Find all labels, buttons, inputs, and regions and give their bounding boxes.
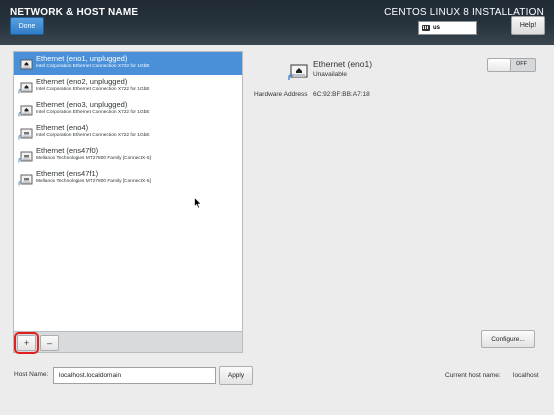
mouse-cursor-icon bbox=[194, 197, 202, 209]
device-item-text: Ethernet (eno2, unplugged) Intel Corpora… bbox=[36, 77, 150, 92]
device-list-item[interactable]: Ethernet (eno1, unplugged) Intel Corpora… bbox=[14, 52, 242, 75]
device-list-toolbar: + – bbox=[14, 331, 242, 354]
device-item-description: Mellanox Technologies MT27800 Family [Co… bbox=[36, 156, 151, 161]
host-name-label: Host Name: bbox=[14, 371, 49, 378]
remove-device-button[interactable]: – bbox=[40, 335, 59, 351]
add-device-button[interactable]: + bbox=[14, 332, 39, 354]
keyboard-layout-label: us bbox=[433, 25, 441, 31]
device-item-description: Intel Corporation Ethernet Connection X7… bbox=[36, 133, 150, 138]
device-list-item[interactable]: Ethernet (eno4) Intel Corporation Ethern… bbox=[14, 121, 242, 144]
device-item-name: Ethernet (eno1, unplugged) bbox=[36, 54, 128, 63]
ethernet-icon bbox=[18, 148, 33, 163]
keyboard-icon bbox=[422, 25, 430, 31]
device-status: Unavailable bbox=[313, 71, 347, 78]
device-item-name: Ethernet (ens47f0) bbox=[36, 146, 99, 155]
device-list-item[interactable]: Ethernet (eno3, unplugged) Intel Corpora… bbox=[14, 98, 242, 121]
switch-state-label: OFF bbox=[516, 61, 527, 67]
ethernet-unplugged-icon bbox=[18, 79, 33, 94]
device-list-item[interactable]: Ethernet (eno2, unplugged) Intel Corpora… bbox=[14, 75, 242, 98]
ethernet-icon bbox=[18, 125, 33, 140]
device-item-name: Ethernet (eno3, unplugged) bbox=[36, 100, 128, 109]
device-item-description: Intel Corporation Ethernet Connection X7… bbox=[36, 110, 150, 115]
device-list-panel: Ethernet (eno1, unplugged) Intel Corpora… bbox=[13, 51, 243, 354]
device-item-text: Ethernet (eno4) Intel Corporation Ethern… bbox=[36, 123, 150, 138]
host-name-input[interactable] bbox=[53, 367, 216, 384]
device-enable-switch[interactable]: OFF bbox=[487, 58, 536, 72]
device-item-description: Intel Corporation Ethernet Connection X7… bbox=[36, 87, 150, 92]
device-item-name: Ethernet (eno2, unplugged) bbox=[36, 77, 128, 86]
device-list: Ethernet (eno1, unplugged) Intel Corpora… bbox=[14, 52, 242, 190]
device-item-text: Ethernet (eno3, unplugged) Intel Corpora… bbox=[36, 100, 150, 115]
device-item-name: Ethernet (ens47f1) bbox=[36, 169, 99, 178]
device-item-text: Ethernet (ens47f1) Mellanox Technologies… bbox=[36, 169, 151, 184]
device-item-description: Intel Corporation Ethernet Connection X7… bbox=[36, 64, 150, 69]
help-button[interactable]: Help! bbox=[511, 16, 545, 35]
ethernet-unplugged-icon bbox=[288, 64, 308, 80]
header-bar: NETWORK & HOST NAME CENTOS LINUX 8 INSTA… bbox=[0, 0, 554, 45]
switch-knob bbox=[488, 59, 511, 71]
current-host-name-label: Current host name: bbox=[445, 372, 501, 379]
device-name: Ethernet (eno1) bbox=[313, 59, 373, 69]
done-button[interactable]: Done bbox=[10, 17, 44, 35]
apply-button[interactable]: Apply bbox=[219, 366, 253, 385]
configure-button[interactable]: Configure... bbox=[481, 330, 535, 348]
ethernet-unplugged-icon bbox=[18, 102, 33, 117]
device-item-description: Mellanox Technologies MT27800 Family [Co… bbox=[36, 179, 151, 184]
device-item-text: Ethernet (ens47f0) Mellanox Technologies… bbox=[36, 146, 151, 161]
hardware-address-label: Hardware Address bbox=[254, 91, 308, 98]
device-item-text: Ethernet (eno1, unplugged) Intel Corpora… bbox=[36, 54, 150, 69]
device-list-item[interactable]: Ethernet (ens47f1) Mellanox Technologies… bbox=[14, 167, 242, 190]
ethernet-icon bbox=[18, 171, 33, 186]
device-item-name: Ethernet (eno4) bbox=[36, 123, 89, 132]
ethernet-unplugged-icon bbox=[18, 56, 33, 71]
current-host-name-value: localhost bbox=[513, 372, 539, 379]
device-list-item[interactable]: Ethernet (ens47f0) Mellanox Technologies… bbox=[14, 144, 242, 167]
keyboard-layout-indicator[interactable]: us bbox=[418, 21, 477, 35]
hardware-address-value: 6C:92:BF:BB:A7:18 bbox=[313, 91, 370, 98]
